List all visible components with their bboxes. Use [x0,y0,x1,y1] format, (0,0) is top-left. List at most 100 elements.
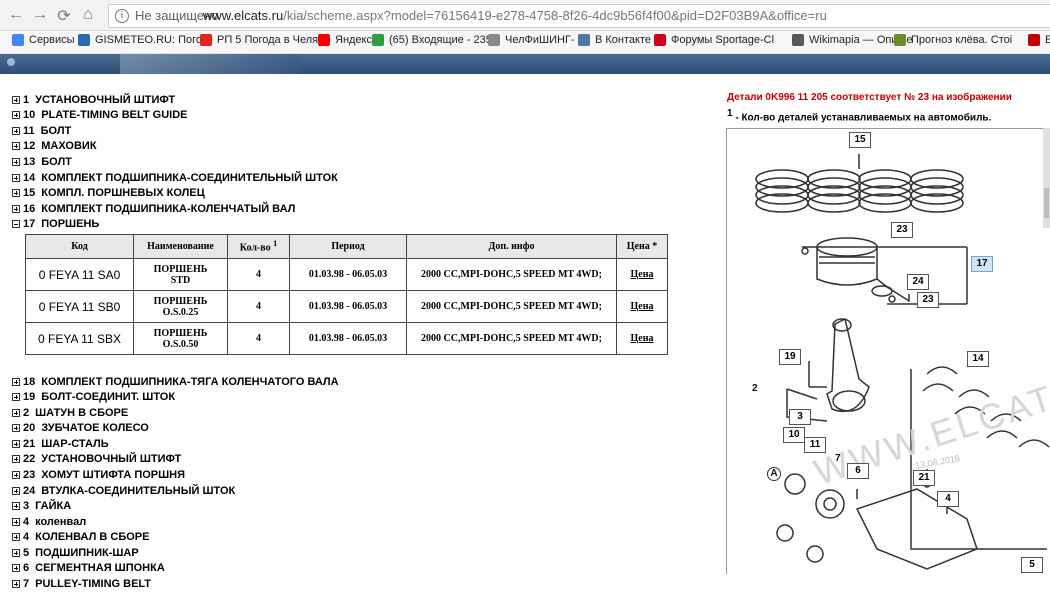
tree-item[interactable]: 12 МАХОВИК [12,139,712,155]
bookmark-item[interactable]: РП 5 Погода в Челяб [200,34,324,46]
tree-item[interactable]: 16 КОМПЛЕКТ ПОДШИПНИКА-КОЛЕНЧАТЫЙ ВАЛ [12,201,712,217]
callout-17[interactable]: 17 [971,256,993,272]
tree-item[interactable]: 17 ПОРШЕНЬ [12,216,712,232]
tree-item[interactable]: 14 КОМПЛЕКТ ПОДШИПНИКА-СОЕДИНИТЕЛЬНЫЙ ШТО… [12,170,712,186]
info-icon[interactable]: i [115,9,129,23]
tree-item-label[interactable]: БОЛТ [41,156,72,168]
tree-item-label[interactable]: СЕГМЕНТНАЯ ШПОНКА [35,562,165,574]
tree-item-label[interactable]: БОЛТ-СОЕДИНИТ. ШТОК [41,391,175,403]
expand-icon[interactable] [12,502,20,511]
tree-item[interactable]: 15 КОМПЛ. ПОРШНЕВЫХ КОЛЕЦ [12,185,712,201]
expand-icon[interactable] [12,142,20,151]
tree-item[interactable]: 4 КОЛЕНВАЛ В СБОРЕ [12,529,712,545]
expand-icon[interactable] [12,377,20,386]
tree-item-label[interactable]: ШАР-СТАЛЬ [41,438,108,450]
expand-icon[interactable] [12,424,20,433]
callout-2[interactable]: 2 [752,383,758,394]
callout-3[interactable]: 3 [789,409,811,425]
tree-item-label[interactable]: ВТУЛКА-СОЕДИНИТЕЛЬНЫЙ ШТОК [41,485,235,497]
callout-23b[interactable]: 23 [917,292,939,308]
tree-item-label[interactable]: ЗУБЧАТОЕ КОЛЕСО [41,422,149,434]
expand-icon[interactable] [12,95,20,104]
bookmark-item[interactable]: Яндекс [318,34,372,46]
bookmark-item[interactable]: В Контакте [578,34,651,46]
bookmark-item[interactable]: Сервисы [12,34,75,46]
tree-item-label[interactable]: ГАЙКА [35,500,71,512]
tree-item-label[interactable]: PULLEY-TIMING BELT [35,578,151,590]
callout-5[interactable]: 5 [1021,557,1043,573]
callout-24[interactable]: 24 [907,274,929,290]
tree-item[interactable]: 4 коленвал [12,514,712,530]
tree-item[interactable]: 7 PULLEY-TIMING BELT [12,576,712,592]
tree-item-label[interactable]: УСТАНОВОЧНЫЙ ШТИФТ [41,453,181,465]
expand-icon[interactable] [12,579,20,588]
tree-item[interactable]: 1 УСТАНОВОЧНЫЙ ШТИФТ [12,92,712,108]
tree-item[interactable]: 23 ХОМУТ ШТИФТА ПОРШНЯ [12,467,712,483]
bookmark-item[interactable]: ЧелФиШИНГ- [488,34,575,46]
expand-icon[interactable] [12,548,20,557]
bookmark-item[interactable]: Прогноз клёва. Стоі [894,34,1012,46]
tree-item-label[interactable]: ШАТУН В СБОРЕ [35,407,128,419]
tree-item-label[interactable]: КОМПЛЕКТ ПОДШИПНИКА-ТЯГА КОЛЕНЧАТОГО ВАЛ… [41,376,338,388]
callout-7[interactable]: 7 [835,453,841,464]
tree-item-label[interactable]: КОЛЕНВАЛ В СБОРЕ [35,531,149,543]
tree-item-label[interactable]: КОМПЛ. ПОРШНЕВЫХ КОЛЕЦ [41,187,205,199]
callout-6[interactable]: 6 [847,463,869,479]
tree-item-label[interactable]: МАХОВИК [41,140,96,152]
tree-item-label[interactable]: БОЛТ [41,125,72,137]
tree-item[interactable]: 21 ШАР-СТАЛЬ [12,436,712,452]
price-link[interactable]: Цена [616,322,668,355]
expand-icon[interactable] [12,393,20,402]
tree-item-label[interactable]: ХОМУТ ШТИФТА ПОРШНЯ [41,469,185,481]
bookmark-item[interactable]: Форумы Sportage-Cl [654,34,774,46]
expand-icon[interactable] [12,486,20,495]
callout-21[interactable]: 21 [913,470,935,486]
tree-item[interactable]: 19 БОЛТ-СОЕДИНИТ. ШТОК [12,389,712,405]
tree-item-label[interactable]: КОМПЛЕКТ ПОДШИПНИКА-КОЛЕНЧАТЫЙ ВАЛ [41,203,295,215]
tree-item-label[interactable]: коленвал [35,516,86,528]
expand-icon[interactable] [12,470,20,479]
price-link[interactable]: Цена [616,290,668,323]
tree-item[interactable]: 22 УСТАНОВОЧНЫЙ ШТИФТ [12,452,712,468]
tree-item[interactable]: 11 БОЛТ [12,123,712,139]
expand-icon[interactable] [12,455,20,464]
forward-icon[interactable]: → [30,6,50,24]
tree-item[interactable]: 24 ВТУЛКА-СОЕДИНИТЕЛЬНЫЙ ШТОК [12,483,712,499]
callout-10[interactable]: 10 [783,427,805,443]
callout-11[interactable]: 11 [804,437,826,453]
bookmark-item[interactable]: Exist [1028,34,1050,46]
tree-item[interactable]: 13 БОЛТ [12,154,712,170]
tree-item-label[interactable]: ПОРШЕНЬ [41,218,99,230]
expand-icon[interactable] [12,533,20,542]
expand-icon[interactable] [12,173,20,182]
tree-item[interactable]: 6 СЕГМЕНТНАЯ ШПОНКА [12,560,712,576]
home-icon[interactable]: ⌂ [78,6,98,24]
url-text[interactable]: www.elcats.ru/kia/scheme.aspx?model=7615… [203,8,827,23]
expand-icon[interactable] [12,189,20,198]
diagram-scrollbar[interactable] [1043,128,1050,228]
callout-19[interactable]: 19 [779,349,801,365]
tree-item[interactable]: 10 PLATE-TIMING BELT GUIDE [12,108,712,124]
tree-item-label[interactable]: ПОДШИПНИК-ШАР [35,547,139,559]
bookmark-item[interactable]: (65) Входящие - 235 [372,34,492,46]
callout-15[interactable]: 15 [849,132,871,148]
callout-4[interactable]: 4 [937,491,959,507]
expand-icon[interactable] [12,157,20,166]
expand-icon[interactable] [12,564,20,573]
tree-item[interactable]: 5 ПОДШИПНИК-ШАР [12,545,712,561]
address-bar[interactable]: i Не защищено www.elcats.ru/kia/scheme.a… [108,4,1050,28]
expand-icon[interactable] [12,517,20,526]
price-link[interactable]: Цена [616,258,668,291]
expand-icon[interactable] [12,111,20,120]
tree-item[interactable]: 3 ГАЙКА [12,498,712,514]
reload-icon[interactable]: ⟳ [54,6,74,26]
expand-icon[interactable] [12,439,20,448]
tree-item[interactable]: 20 ЗУБЧАТОЕ КОЛЕСО [12,421,712,437]
tree-item-label[interactable]: КОМПЛЕКТ ПОДШИПНИКА-СОЕДИНИТЕЛЬНЫЙ ШТОК [41,172,338,184]
bookmark-item[interactable]: GISMETEO.RU: Погод [78,34,208,46]
expand-icon[interactable] [12,408,20,417]
tree-item[interactable]: 18 КОМПЛЕКТ ПОДШИПНИКА-ТЯГА КОЛЕНЧАТОГО В… [12,374,712,390]
expand-icon[interactable] [12,126,20,135]
callout-23[interactable]: 23 [891,222,913,238]
callout-a[interactable]: A [767,467,781,481]
